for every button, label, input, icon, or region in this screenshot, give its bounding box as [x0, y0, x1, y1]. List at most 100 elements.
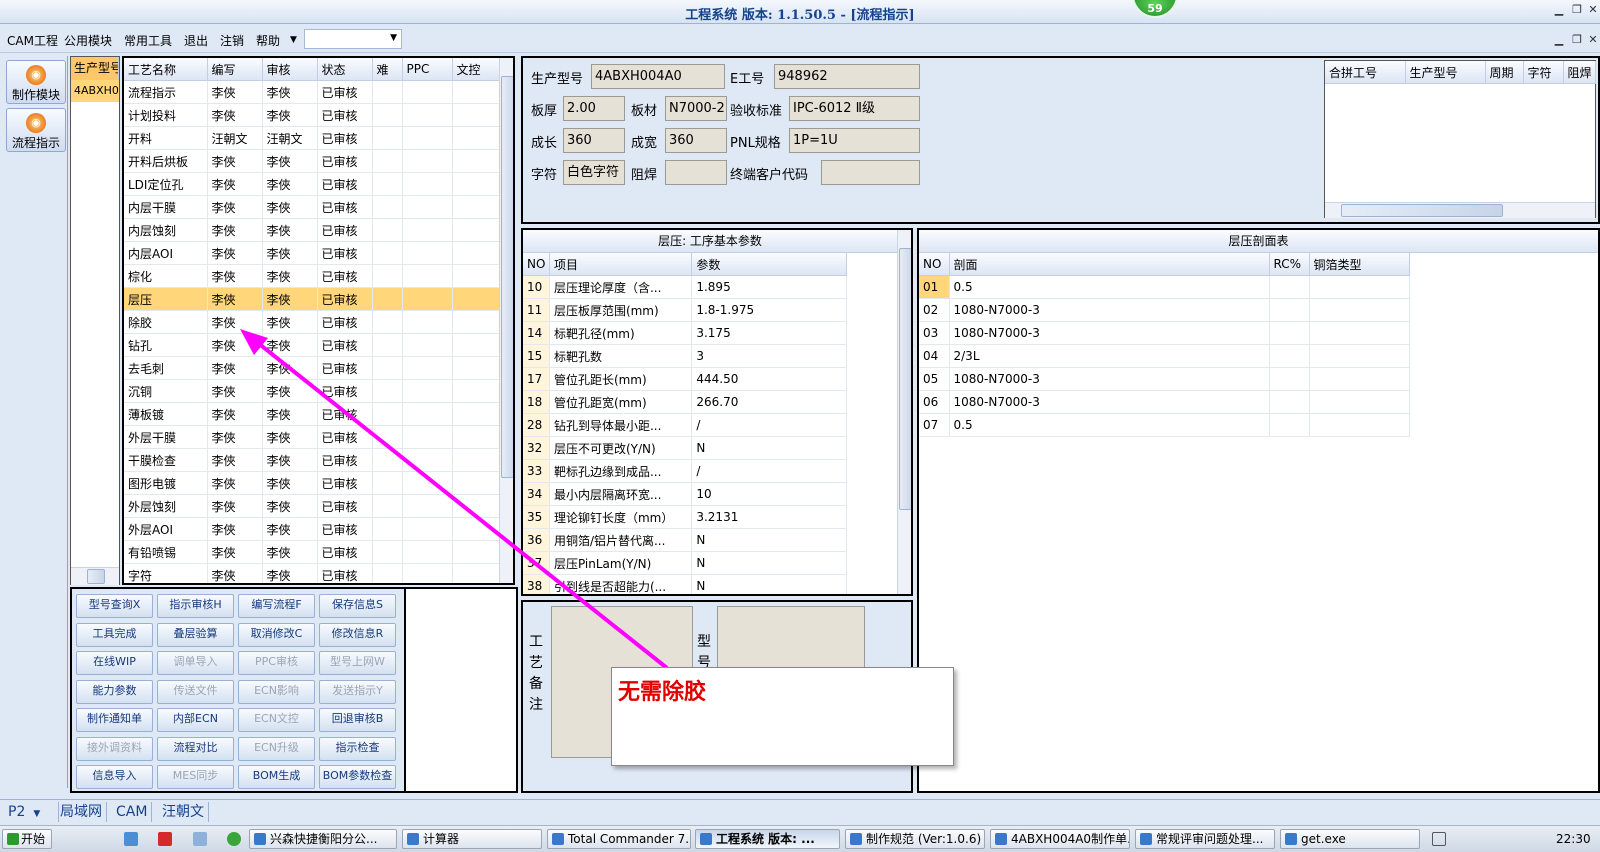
table-row[interactable]: 11 层压板厚范围(mm) 1.8-1.975	[523, 298, 847, 322]
model-list-header[interactable]: 生产型号	[71, 57, 119, 80]
action-button[interactable]: 工具完成	[76, 622, 153, 647]
action-button[interactable]: 取消修改C	[238, 622, 315, 647]
menu-help[interactable]: 帮助	[256, 32, 280, 49]
table-row[interactable]: 15 标靶孔数 3	[523, 344, 847, 368]
action-button[interactable]: ECN升级	[238, 736, 315, 761]
action-button[interactable]: 保存信息S	[319, 594, 396, 618]
length-field[interactable]: 360	[563, 128, 625, 153]
table-row[interactable]: 除胶 李俠 李俠 已审核	[124, 310, 500, 334]
action-button[interactable]: ECN影响	[238, 679, 315, 704]
action-button[interactable]: 编写流程F	[238, 594, 315, 618]
table-row[interactable]: 内层AOI 李俠 李俠 已审核	[124, 241, 500, 265]
process-col-header[interactable]: PPC	[402, 58, 453, 81]
taskbar-item[interactable]: 计算器	[402, 829, 542, 849]
minimize-icon[interactable]: ▁	[1550, 3, 1568, 19]
material-field[interactable]: N7000-2	[665, 96, 727, 121]
table-row[interactable]: 04 2/3L	[919, 344, 1410, 368]
table-row[interactable]: 28 钻孔到导体最小距... /	[523, 413, 847, 437]
table-row[interactable]: 18 管位孔距宽(mm) 266.70	[523, 390, 847, 414]
thickness-field[interactable]: 2.00	[563, 96, 625, 121]
char-field[interactable]: 白色字符	[563, 160, 625, 185]
pnl-field[interactable]: 1P=1U	[789, 128, 920, 153]
tray-icon[interactable]	[1432, 832, 1446, 846]
process-col-header[interactable]: 审核	[262, 58, 318, 81]
table-row[interactable]: 干膜检查 李俠 李俠 已审核	[124, 448, 500, 472]
action-button[interactable]: 接外调资料	[76, 736, 153, 761]
action-button[interactable]: 型号查询X	[76, 594, 153, 618]
process-col-header[interactable]: 状态	[317, 58, 373, 81]
child-minimize-icon[interactable]: ▁	[1550, 33, 1568, 49]
action-button[interactable]: 能力参数	[76, 679, 153, 704]
action-button[interactable]: BOM生成	[238, 765, 315, 789]
action-button[interactable]: 流程对比	[157, 736, 234, 761]
document-icon[interactable]	[193, 832, 207, 846]
table-row[interactable]: 17 管位孔距长(mm) 444.50	[523, 367, 847, 391]
table-row[interactable]: 棕化 李俠 李俠 已审核	[124, 264, 500, 288]
action-button[interactable]: 调单导入	[157, 651, 234, 675]
taskbar-item[interactable]: 兴森快捷衡阳分公...	[249, 829, 397, 849]
table-row[interactable]: 33 靶标孔边缘到成品... /	[523, 459, 847, 483]
table-row[interactable]: 开料后烘板 李俠 李俠 已审核	[124, 149, 500, 173]
params-col-header[interactable]: 项目	[549, 253, 693, 276]
section-col-header[interactable]: NO	[919, 253, 950, 276]
action-button[interactable]: 指示审核H	[157, 594, 234, 618]
table-row[interactable]: 薄板镀 李俠 李俠 已审核	[124, 402, 500, 426]
menu-tools[interactable]: 常用工具	[124, 32, 172, 49]
action-button[interactable]: 内部ECN	[157, 708, 234, 732]
action-button[interactable]: 型号上网W	[319, 651, 396, 675]
desktop-icon[interactable]	[124, 832, 138, 846]
action-button[interactable]: 叠层验算	[157, 622, 234, 647]
menu-combo[interactable]: ▼	[304, 29, 402, 49]
table-row[interactable]: 38 引到线是否超能力(... N	[523, 574, 847, 594]
customer-field[interactable]	[821, 160, 920, 185]
combine-col-header[interactable]: 字符	[1523, 61, 1564, 84]
table-row[interactable]: 37 层压PinLam(Y/N) N	[523, 551, 847, 575]
action-button[interactable]: PPC审核	[238, 651, 315, 675]
table-row[interactable]: 外层AOI 李俠 李俠 已审核	[124, 517, 500, 541]
table-row[interactable]: 05 1080-N7000-3	[919, 367, 1410, 391]
e-no-field[interactable]: 948962	[774, 64, 920, 89]
action-button[interactable]: 传送文件	[157, 679, 234, 704]
table-row[interactable]: 钻孔 李俠 李俠 已审核	[124, 333, 500, 357]
table-row[interactable]: 外层蚀刻 李俠 李俠 已审核	[124, 494, 500, 518]
table-row[interactable]: 图形电镀 李俠 李俠 已审核	[124, 471, 500, 495]
section-col-header[interactable]: 铜箔类型	[1309, 253, 1410, 276]
params-col-header[interactable]: 参数	[691, 253, 847, 276]
table-row[interactable]: 01 0.5	[919, 275, 1410, 299]
table-row[interactable]: 02 1080-N7000-3	[919, 298, 1410, 322]
table-row[interactable]: 14 标靶孔径(mm) 3.175	[523, 321, 847, 345]
section-col-header[interactable]: 剖面	[949, 253, 1270, 276]
child-restore-icon[interactable]: ❐	[1568, 33, 1586, 49]
restore-icon[interactable]: ❐	[1568, 3, 1586, 19]
process-col-header[interactable]: 难	[372, 58, 403, 81]
taskbar-item[interactable]: 常规评审问题处理...	[1135, 829, 1275, 849]
menu-common-modules[interactable]: 公用模块	[64, 32, 112, 49]
action-button[interactable]: 发送指示Y	[319, 679, 396, 704]
action-button[interactable]: 信息导入	[76, 765, 153, 789]
table-row[interactable]: 06 1080-N7000-3	[919, 390, 1410, 414]
action-button[interactable]: 在线WIP	[76, 651, 153, 675]
taskbar-item[interactable]: get.exe	[1280, 829, 1420, 849]
table-row[interactable]: 沉铜 李俠 李俠 已审核	[124, 379, 500, 403]
table-row[interactable]: LDI定位孔 李俠 李俠 已审核	[124, 172, 500, 196]
process-col-header[interactable]: 编写	[207, 58, 263, 81]
prod-model-field[interactable]: 4ABXH004A0	[591, 64, 725, 89]
combine-col-header[interactable]: 阻焊	[1563, 61, 1596, 84]
table-row[interactable]: 35 理论铆钉长度（mm） 3.2131	[523, 505, 847, 529]
browser-icon[interactable]	[227, 832, 241, 846]
taskbar-item[interactable]: 4ABXH004A0制作单...	[990, 829, 1130, 849]
page-dropdown[interactable]: P2 ▼	[4, 802, 59, 822]
model-list-item[interactable]: 4ABXH004A0	[71, 80, 119, 102]
action-button[interactable]: MES同步	[157, 765, 234, 789]
close-icon[interactable]: ✕	[1586, 3, 1600, 19]
process-col-header[interactable]: 文控	[452, 58, 500, 81]
child-close-icon[interactable]: ✕	[1586, 33, 1600, 49]
table-row[interactable]: 内层干膜 李俠 李俠 已审核	[124, 195, 500, 219]
make-module-button[interactable]: ◉ 制作模块	[6, 60, 66, 104]
tab-user[interactable]: 汪朝文	[158, 802, 209, 822]
section-col-header[interactable]: RC%	[1269, 253, 1310, 276]
action-button[interactable]: 回退审核B	[319, 708, 396, 732]
table-row[interactable]: 外层干膜 李俠 李俠 已审核	[124, 425, 500, 449]
table-row[interactable]: 去毛刺 李俠 李俠 已审核	[124, 356, 500, 380]
table-row[interactable]: 有铅喷锡 李俠 李俠 已审核	[124, 540, 500, 564]
